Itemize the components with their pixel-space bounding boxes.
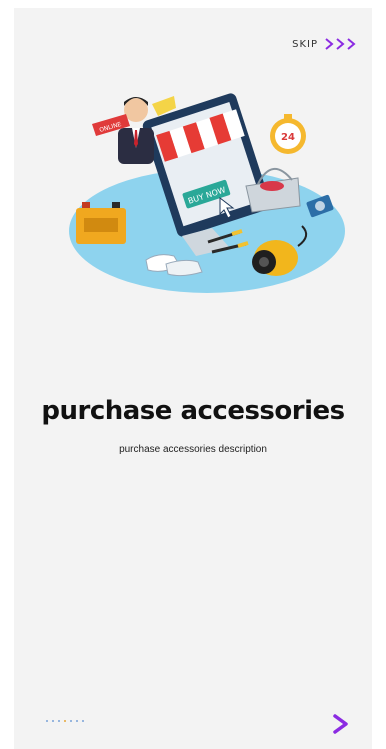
car-battery-icon	[76, 202, 126, 244]
page-dot-active	[64, 720, 66, 722]
chevron-right-icon	[333, 714, 348, 734]
triple-chevron-right-icon	[324, 38, 358, 50]
next-button[interactable]	[332, 713, 350, 740]
page-dot	[70, 720, 72, 722]
onboarding-description: purchase accessories description	[119, 444, 267, 455]
shopping-illustration: BUY NOW ONLINE 24	[62, 86, 352, 304]
person-icon	[118, 97, 154, 164]
onboarding-title: purchase accessories	[41, 396, 345, 426]
clock-number: 24	[281, 132, 295, 143]
page-dot	[82, 720, 84, 722]
page-dot	[52, 720, 54, 722]
onboarding-screen: SKIP BUY NOW ONLINE 24 purchase accessor…	[14, 8, 372, 749]
skip-button[interactable]: SKIP	[292, 38, 358, 50]
page-dot	[76, 720, 78, 722]
page-dot	[58, 720, 60, 722]
clock-icon: 24	[270, 114, 306, 154]
page-dot	[46, 720, 48, 722]
skip-label: SKIP	[292, 38, 318, 50]
page-indicator	[46, 720, 84, 722]
